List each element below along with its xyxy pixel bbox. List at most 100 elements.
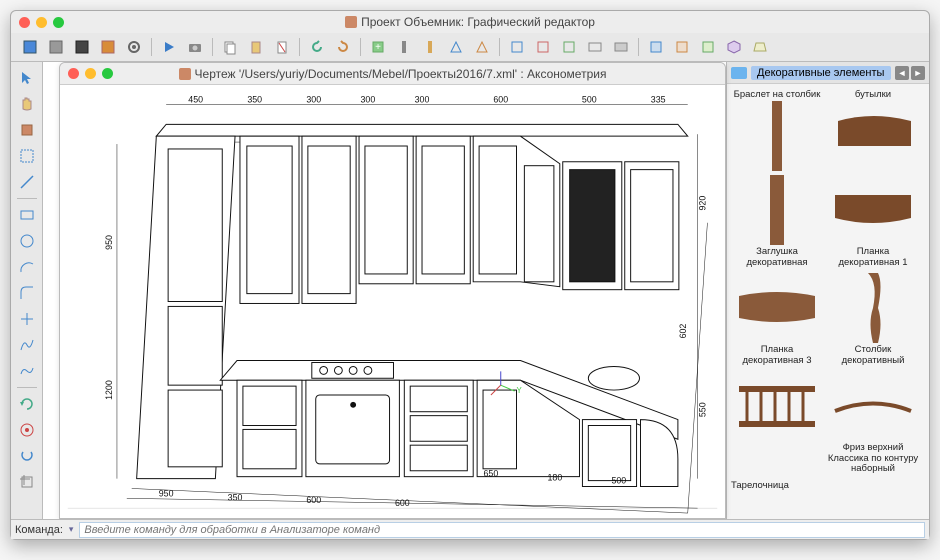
tool-undo[interactable] <box>306 36 328 58</box>
tool-add[interactable]: + <box>367 36 389 58</box>
library-panel: Декоративные элементы ◄ ► Браслет на сто… <box>726 62 929 519</box>
svg-text:600: 600 <box>493 95 508 105</box>
tool-rect[interactable] <box>15 203 39 227</box>
library-item[interactable]: Планка декоративная 3 <box>731 273 823 367</box>
tool-camera[interactable] <box>184 36 206 58</box>
tool-refresh[interactable] <box>15 444 39 468</box>
tool-arc[interactable] <box>15 255 39 279</box>
main-body: Чертеж '/Users/yuriy/Documents/Mebel/Про… <box>11 62 929 519</box>
library-item[interactable]: Заглушка декоративная <box>731 175 823 269</box>
tool-cut2[interactable] <box>471 36 493 58</box>
svg-text:602: 602 <box>678 324 688 339</box>
maximize-button[interactable] <box>53 17 64 28</box>
separator <box>17 387 37 388</box>
tool-bolt1[interactable] <box>393 36 415 58</box>
tool-cut1[interactable] <box>445 36 467 58</box>
svg-text:180: 180 <box>547 473 562 483</box>
view-iso[interactable] <box>723 36 745 58</box>
doc-close-button[interactable] <box>68 68 79 79</box>
view-top[interactable] <box>697 36 719 58</box>
svg-text:300: 300 <box>361 95 376 105</box>
folder-icon <box>731 67 747 79</box>
library-title[interactable]: Декоративные элементы <box>751 66 891 80</box>
tool-line[interactable] <box>15 170 39 194</box>
view-box3[interactable] <box>558 36 580 58</box>
library-item[interactable]: Планка декоративная 1 <box>827 175 919 269</box>
tool-play[interactable] <box>158 36 180 58</box>
tool-fillet[interactable] <box>15 281 39 305</box>
tool-freeform[interactable] <box>15 359 39 383</box>
doc-maximize-button[interactable] <box>102 68 113 79</box>
svg-text:350: 350 <box>228 492 243 502</box>
svg-text:950: 950 <box>159 488 174 498</box>
tool-copy[interactable] <box>219 36 241 58</box>
library-item[interactable]: Тарелочница <box>731 479 925 492</box>
panel-next-button[interactable]: ► <box>911 66 925 80</box>
view-persp[interactable] <box>749 36 771 58</box>
close-button[interactable] <box>19 17 30 28</box>
tool-bolt2[interactable] <box>419 36 441 58</box>
tool-circle[interactable] <box>15 229 39 253</box>
command-dropdown-icon[interactable]: ▾ <box>69 524 74 535</box>
view-front[interactable] <box>645 36 667 58</box>
minimize-button[interactable] <box>36 17 47 28</box>
view-box4[interactable] <box>584 36 606 58</box>
toolbar-separator <box>212 38 213 56</box>
command-label: Команда: <box>15 524 63 536</box>
document-window: Чертеж '/Users/yuriy/Documents/Mebel/Про… <box>59 62 726 519</box>
view-box2[interactable] <box>532 36 554 58</box>
library-item[interactable]: Столбик декоративный <box>827 273 919 367</box>
tool-cube-blue[interactable] <box>19 36 41 58</box>
tool-trim[interactable] <box>15 307 39 331</box>
main-titlebar[interactable]: Проект Объемник: Графический редактор <box>11 11 929 33</box>
svg-text:1200: 1200 <box>104 380 114 400</box>
svg-text:450: 450 <box>188 95 203 105</box>
library-item[interactable]: бутылки <box>827 88 919 171</box>
svg-text:+: + <box>375 42 381 53</box>
svg-text:650: 650 <box>484 469 499 479</box>
left-toolbar <box>11 62 43 519</box>
tool-cube-dark[interactable] <box>71 36 93 58</box>
command-input[interactable] <box>79 522 925 538</box>
tool-crop[interactable] <box>15 470 39 494</box>
svg-text:Y: Y <box>516 386 522 395</box>
tool-delete[interactable] <box>271 36 293 58</box>
tool-curve[interactable] <box>15 333 39 357</box>
tool-hand[interactable] <box>15 92 39 116</box>
library-item[interactable]: Браслет на столбик <box>731 88 823 171</box>
tool-redo[interactable] <box>332 36 354 58</box>
separator <box>17 198 37 199</box>
svg-text:600: 600 <box>395 498 410 508</box>
doc-icon <box>179 68 191 80</box>
doc-titlebar[interactable]: Чертеж '/Users/yuriy/Documents/Mebel/Про… <box>60 63 725 85</box>
tool-cube[interactable] <box>15 118 39 142</box>
svg-text:920: 920 <box>697 196 707 211</box>
tool-paste[interactable] <box>245 36 267 58</box>
view-side[interactable] <box>671 36 693 58</box>
panel-prev-button[interactable]: ◄ <box>895 66 909 80</box>
svg-text:500: 500 <box>611 476 626 486</box>
app-title: Проект Объемник: Графический редактор <box>11 15 929 29</box>
svg-text:550: 550 <box>697 402 707 417</box>
view-box1[interactable] <box>506 36 528 58</box>
view-box5[interactable] <box>610 36 632 58</box>
tool-settings[interactable] <box>123 36 145 58</box>
drawing-canvas[interactable]: 450 350 300 300 300 600 500 335 450 <box>60 85 725 518</box>
tool-cube-gray[interactable] <box>45 36 67 58</box>
tool-cube-orange[interactable] <box>97 36 119 58</box>
tool-rotate[interactable] <box>15 392 39 416</box>
tool-target[interactable] <box>15 418 39 442</box>
tool-region[interactable] <box>15 144 39 168</box>
toolbar-separator <box>299 38 300 56</box>
toolbar-separator <box>151 38 152 56</box>
command-bar: Команда: ▾ <box>11 519 929 539</box>
tool-select[interactable] <box>15 66 39 90</box>
toolbar-separator <box>499 38 500 56</box>
svg-text:300: 300 <box>306 95 321 105</box>
window-controls <box>19 17 64 28</box>
library-item[interactable] <box>731 371 823 476</box>
doc-title: Чертеж '/Users/yuriy/Documents/Mebel/Про… <box>60 67 725 81</box>
library-list[interactable]: Браслет на столбик бутылки Заглушка деко… <box>727 84 929 519</box>
library-item[interactable]: Фриз верхний Классика по контуру наборны… <box>827 371 919 476</box>
doc-minimize-button[interactable] <box>85 68 96 79</box>
